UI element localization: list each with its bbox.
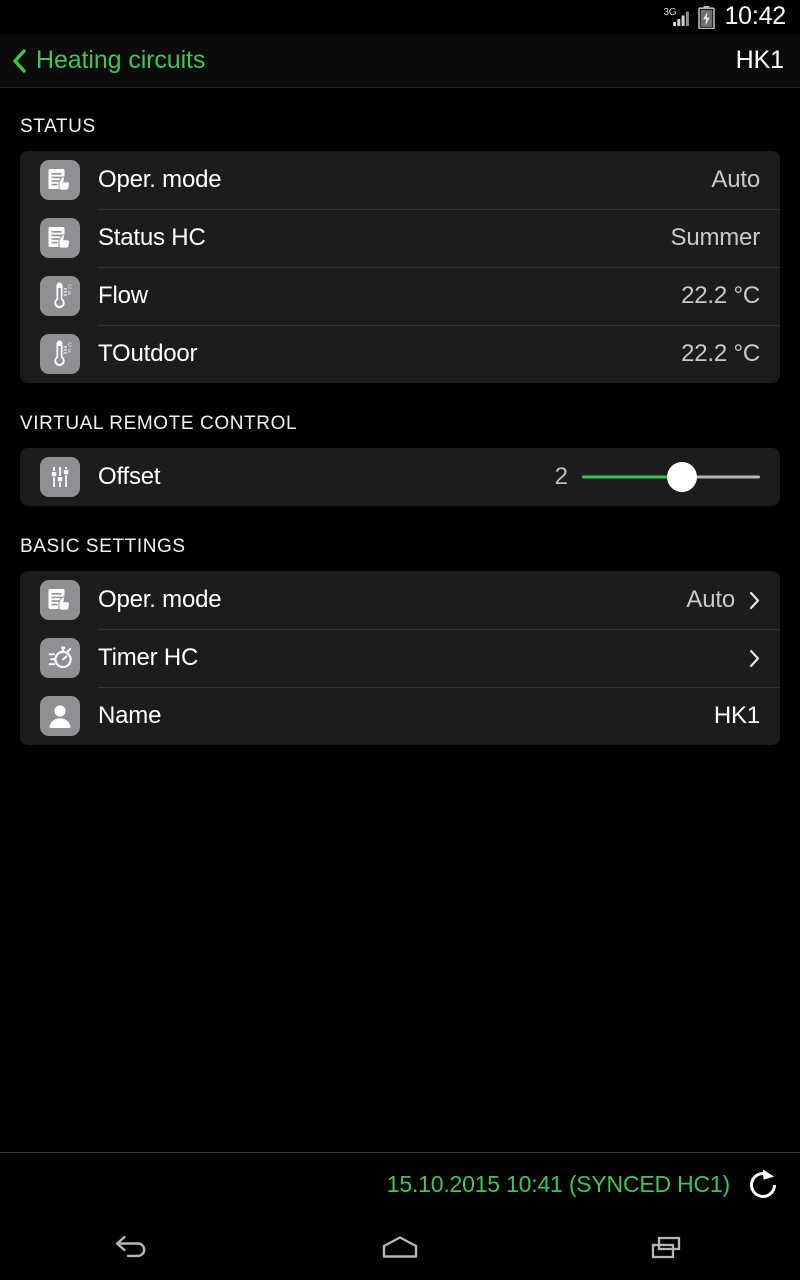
row-status-hc[interactable]: Status HC Summer: [20, 209, 780, 267]
svg-text:C: C: [68, 343, 72, 349]
row-value: Auto: [686, 586, 735, 613]
row-value: Summer: [670, 224, 761, 251]
chevron-right-icon: [749, 591, 760, 609]
basic-settings-card: Oper. mode Auto Timer HC Name HK1: [20, 571, 780, 745]
row-name[interactable]: Name HK1: [20, 687, 780, 745]
row-label: Status HC: [98, 224, 206, 251]
row-flow[interactable]: C F Flow 22.2 °C: [20, 267, 780, 325]
document-hand-icon: [40, 580, 80, 620]
sync-status-bar: 15.10.2015 10:41 (SYNCED HC1): [0, 1152, 800, 1216]
svg-text:F: F: [68, 349, 71, 355]
nav-recents-button[interactable]: [533, 1216, 800, 1280]
back-title-label: Heating circuits: [36, 46, 206, 74]
battery-charging-icon: [698, 5, 716, 29]
row-oper-mode-status[interactable]: Oper. mode Auto: [20, 151, 780, 209]
offset-value-label: 2: [554, 463, 568, 490]
row-toutdoor[interactable]: C F TOutdoor 22.2 °C: [20, 325, 780, 383]
row-label: Timer HC: [98, 644, 199, 671]
status-card: Oper. mode Auto Status HC Summer C F Flo…: [20, 151, 780, 383]
nav-home-icon: [382, 1236, 418, 1258]
row-label: Offset: [98, 463, 161, 490]
action-bar: Heating circuits HK1: [0, 34, 800, 88]
offset-slider-group[interactable]: 2: [552, 462, 760, 492]
system-status-bar: 3G 10:42: [0, 0, 800, 34]
row-label: TOutdoor: [98, 340, 198, 367]
circuit-name-label: HK1: [735, 46, 784, 74]
status-bar-clock: 10:42: [724, 1, 786, 30]
nav-back-icon: [116, 1235, 146, 1258]
refresh-icon[interactable]: [744, 1166, 782, 1204]
nav-back-button[interactable]: [0, 1216, 267, 1280]
row-label: Name: [98, 702, 162, 729]
android-navigation-bar: [0, 1216, 800, 1280]
offset-slider[interactable]: [582, 462, 760, 492]
row-label: Oper. mode: [98, 586, 222, 613]
app-root: 3G 10:42 Heating circuits HK1 STATUS Ope…: [0, 0, 800, 1280]
thermometer-icon: C F: [40, 334, 80, 374]
row-label: Flow: [98, 282, 148, 309]
thermometer-icon: C F: [40, 276, 80, 316]
signal-bars-glyph: [673, 11, 690, 26]
section-header-basic-settings: BASIC SETTINGS: [20, 536, 186, 557]
nav-recents-icon: [651, 1236, 680, 1259]
row-value: 22.2 °C: [681, 282, 760, 309]
row-value: Auto: [711, 166, 760, 193]
faders-icon: [40, 457, 80, 497]
section-header-status: STATUS: [20, 116, 96, 137]
document-hand-icon: [40, 218, 80, 258]
row-oper-mode-setting[interactable]: Oper. mode Auto: [20, 571, 780, 629]
virtual-remote-control-card: Offset 2: [20, 448, 780, 506]
stopwatch-icon: [40, 638, 80, 678]
row-timer-hc[interactable]: Timer HC: [20, 629, 780, 687]
sync-status-label: 15.10.2015 10:41 (SYNCED HC1): [386, 1171, 730, 1197]
slider-thumb[interactable]: [666, 462, 697, 492]
section-header-virtual-remote-control: VIRTUAL REMOTE CONTROL: [20, 413, 298, 434]
chevron-right-icon: [749, 649, 760, 667]
svg-text:C: C: [68, 285, 72, 291]
nav-home-button[interactable]: [267, 1216, 534, 1280]
svg-text:F: F: [68, 291, 71, 297]
row-label: Oper. mode: [98, 166, 222, 193]
person-icon: [40, 696, 80, 736]
row-offset[interactable]: Offset 2: [20, 448, 780, 506]
row-value: HK1: [713, 702, 760, 729]
settings-content: STATUS Oper. mode Auto Status HC Summer …: [0, 88, 800, 1280]
back-button[interactable]: Heating circuits: [12, 46, 205, 75]
row-value: 22.2 °C: [681, 340, 760, 367]
signal-bars-icon: 3G: [663, 6, 690, 28]
document-hand-icon: [40, 160, 80, 200]
chevron-left-icon: [13, 48, 26, 73]
